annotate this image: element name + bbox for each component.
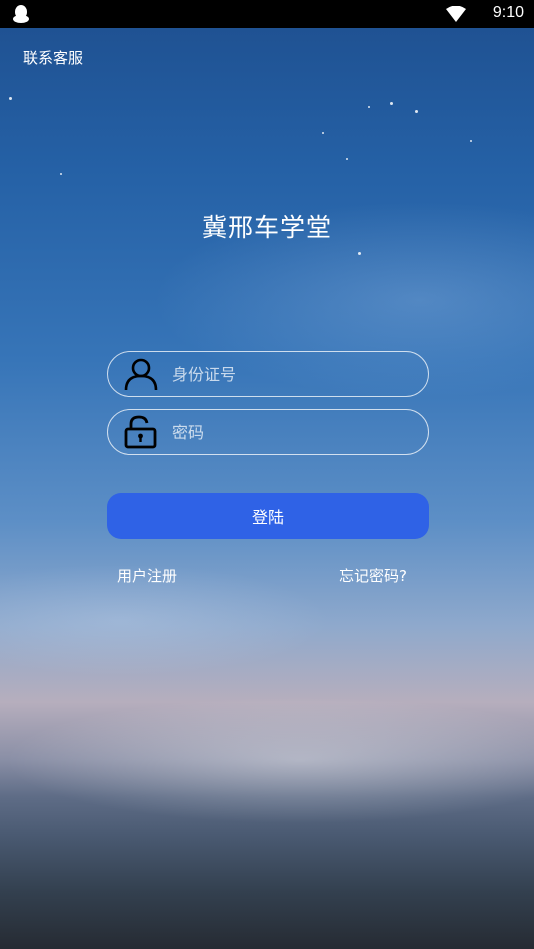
star [368,106,370,108]
password-field[interactable] [107,409,429,455]
wifi-icon [446,5,466,26]
user-icon [123,357,159,395]
status-time: 9:10 [492,4,524,21]
star [358,252,361,255]
background-image [0,0,534,949]
status-bar: 9:10 [0,0,534,28]
star [415,110,418,113]
login-button[interactable]: 登陆 [107,493,429,539]
app-title: 冀邢车学堂 [201,213,332,242]
star [322,132,324,134]
id-number-input[interactable] [172,362,412,386]
qq-penguin-icon [12,4,30,28]
forgot-password-link[interactable]: 忘记密码? [339,565,407,586]
contact-support-link[interactable]: 联系客服 [23,47,83,68]
id-number-field[interactable] [107,351,429,397]
star [390,102,393,105]
star [60,173,62,175]
password-input[interactable] [172,420,412,444]
star [346,158,348,160]
unlock-icon [123,415,159,453]
star [9,97,12,100]
star [470,140,472,142]
register-link[interactable]: 用户注册 [117,565,177,586]
